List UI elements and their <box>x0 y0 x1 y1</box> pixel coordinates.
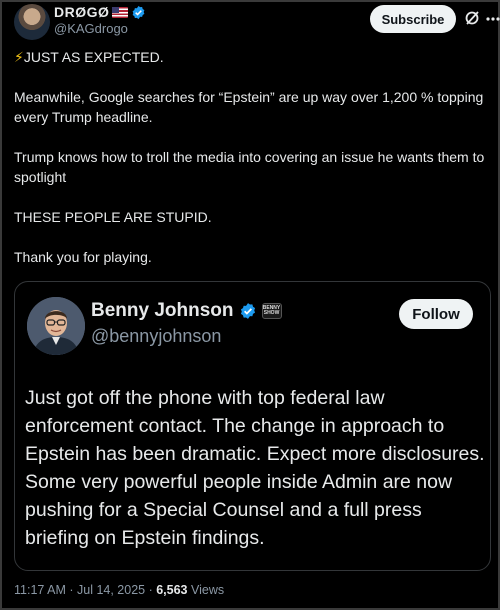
subscribe-button[interactable]: Subscribe <box>370 5 456 33</box>
more-icon[interactable] <box>486 17 500 21</box>
author-avatar[interactable] <box>14 4 50 40</box>
quoted-post-text: Just got off the phone with top federal … <box>25 387 485 549</box>
quoted-author-handle[interactable]: @bennyjohnson <box>91 326 282 347</box>
verified-badge-icon <box>240 303 255 319</box>
post-paragraph: Trump knows how to troll the media into … <box>14 149 489 185</box>
affiliate-badge[interactable]: BENNY SHOW <box>261 303 282 319</box>
post-body: ⚡JUST AS EXPECTED. Meanwhile, Google sea… <box>14 47 492 287</box>
post-header: DRØGØ @KAGdrogo Subscribe <box>10 4 500 40</box>
tweet-frame: DRØGØ @KAGdrogo Subscribe ⚡JUST AS EXPEC… <box>0 0 500 610</box>
views-count: 6,563 <box>156 583 188 597</box>
post-paragraph: Thank you for playing. <box>14 249 152 265</box>
post-paragraph: Meanwhile, Google searches for “Epstein”… <box>14 89 488 125</box>
author-handle[interactable]: @KAGdrogo <box>54 21 146 36</box>
post-timestamp[interactable]: 11:17 AM · Jul 14, 2025 · <box>14 583 156 597</box>
quoted-author-block: Benny Johnson BENNY SHOW @bennyjohnson <box>91 300 282 347</box>
post-meta: 11:17 AM · Jul 14, 2025 · 6,563 Views <box>14 583 224 597</box>
quoted-post[interactable]: Benny Johnson BENNY SHOW @bennyjohnson F… <box>14 281 491 571</box>
avatar-portrait-icon <box>27 297 85 355</box>
views-label: Views <box>187 583 225 597</box>
quoted-author-avatar[interactable] <box>27 297 85 355</box>
grok-icon[interactable] <box>464 10 480 26</box>
post-paragraph: THESE PEOPLE ARE STUPID. <box>14 209 212 225</box>
verified-badge-icon <box>133 5 145 19</box>
author-block: DRØGØ @KAGdrogo <box>54 4 146 36</box>
follow-button[interactable]: Follow <box>399 299 473 329</box>
us-flag-icon <box>112 6 129 18</box>
quoted-author-name[interactable]: Benny Johnson <box>91 300 234 322</box>
bolt-icon: ⚡ <box>14 49 24 65</box>
post-paragraph: ⚡JUST AS EXPECTED. <box>14 49 164 65</box>
author-name[interactable]: DRØGØ <box>54 4 109 20</box>
